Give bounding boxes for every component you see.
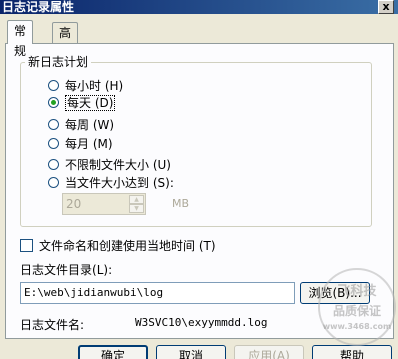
radio-button[interactable]: [48, 119, 59, 130]
radio-button[interactable]: [48, 138, 59, 149]
help-button[interactable]: 帮助: [312, 345, 392, 359]
local-time-label: 文件命名和创建使用当地时间: [39, 239, 196, 253]
log-dir-input[interactable]: E:\web\jidianwubi\log: [20, 282, 295, 304]
browse-button[interactable]: 浏览(B)...: [300, 282, 370, 304]
log-file-label: 日志文件名:: [20, 318, 85, 332]
spin-up-icon[interactable]: ▲: [129, 195, 144, 204]
close-icon: x: [382, 0, 390, 13]
local-time-checkbox[interactable]: [20, 239, 33, 252]
radio-button[interactable]: [48, 97, 59, 108]
size-value: 20: [66, 197, 82, 211]
radio-label: 每周: [65, 118, 90, 132]
size-unit: MB: [172, 197, 190, 210]
radio-label: 每月: [65, 137, 90, 151]
title-bar: 日志记录属性 x: [0, 0, 398, 14]
close-button[interactable]: x: [378, 0, 394, 14]
size-spinbox[interactable]: 20 ▲ ▼: [62, 193, 146, 215]
window-title: 日志记录属性: [2, 0, 75, 14]
radio-button[interactable]: [48, 177, 59, 188]
radio-weekly[interactable]: 每周 (W): [48, 117, 114, 133]
radio-button[interactable]: [48, 159, 59, 170]
spin-buttons: ▲ ▼: [129, 195, 144, 213]
radio-monthly[interactable]: 每月 (M): [48, 136, 113, 152]
radio-hourly[interactable]: 每小时 (H): [48, 78, 123, 94]
apply-button[interactable]: 应用(A): [234, 345, 304, 359]
radio-label: 每天: [67, 96, 92, 110]
tab-general[interactable]: 常规: [7, 20, 34, 58]
local-time-checkbox-row[interactable]: 文件命名和创建使用当地时间 (T): [20, 238, 216, 254]
radio-size-limit[interactable]: 当文件大小达到 (S):: [48, 175, 174, 191]
radio-label: 每小时: [65, 79, 102, 93]
radio-daily[interactable]: 每天 (D): [48, 95, 116, 111]
ok-button[interactable]: 确定: [78, 345, 148, 359]
spin-down-icon[interactable]: ▼: [129, 204, 144, 213]
tab-advanced[interactable]: 高级: [52, 22, 79, 60]
radio-button[interactable]: [48, 80, 59, 91]
schedule-group-legend: 新日志计划: [25, 55, 92, 69]
cancel-button[interactable]: 取消: [156, 345, 226, 359]
log-file-name: W3SVC10\exyymmdd.log: [135, 316, 268, 329]
radio-label: 不限制文件大小: [65, 158, 150, 172]
radio-unlimited-size[interactable]: 不限制文件大小 (U): [48, 157, 171, 173]
radio-label: 当文件大小达到: [65, 176, 150, 190]
log-dir-label: 日志文件目录(L):: [20, 263, 113, 277]
